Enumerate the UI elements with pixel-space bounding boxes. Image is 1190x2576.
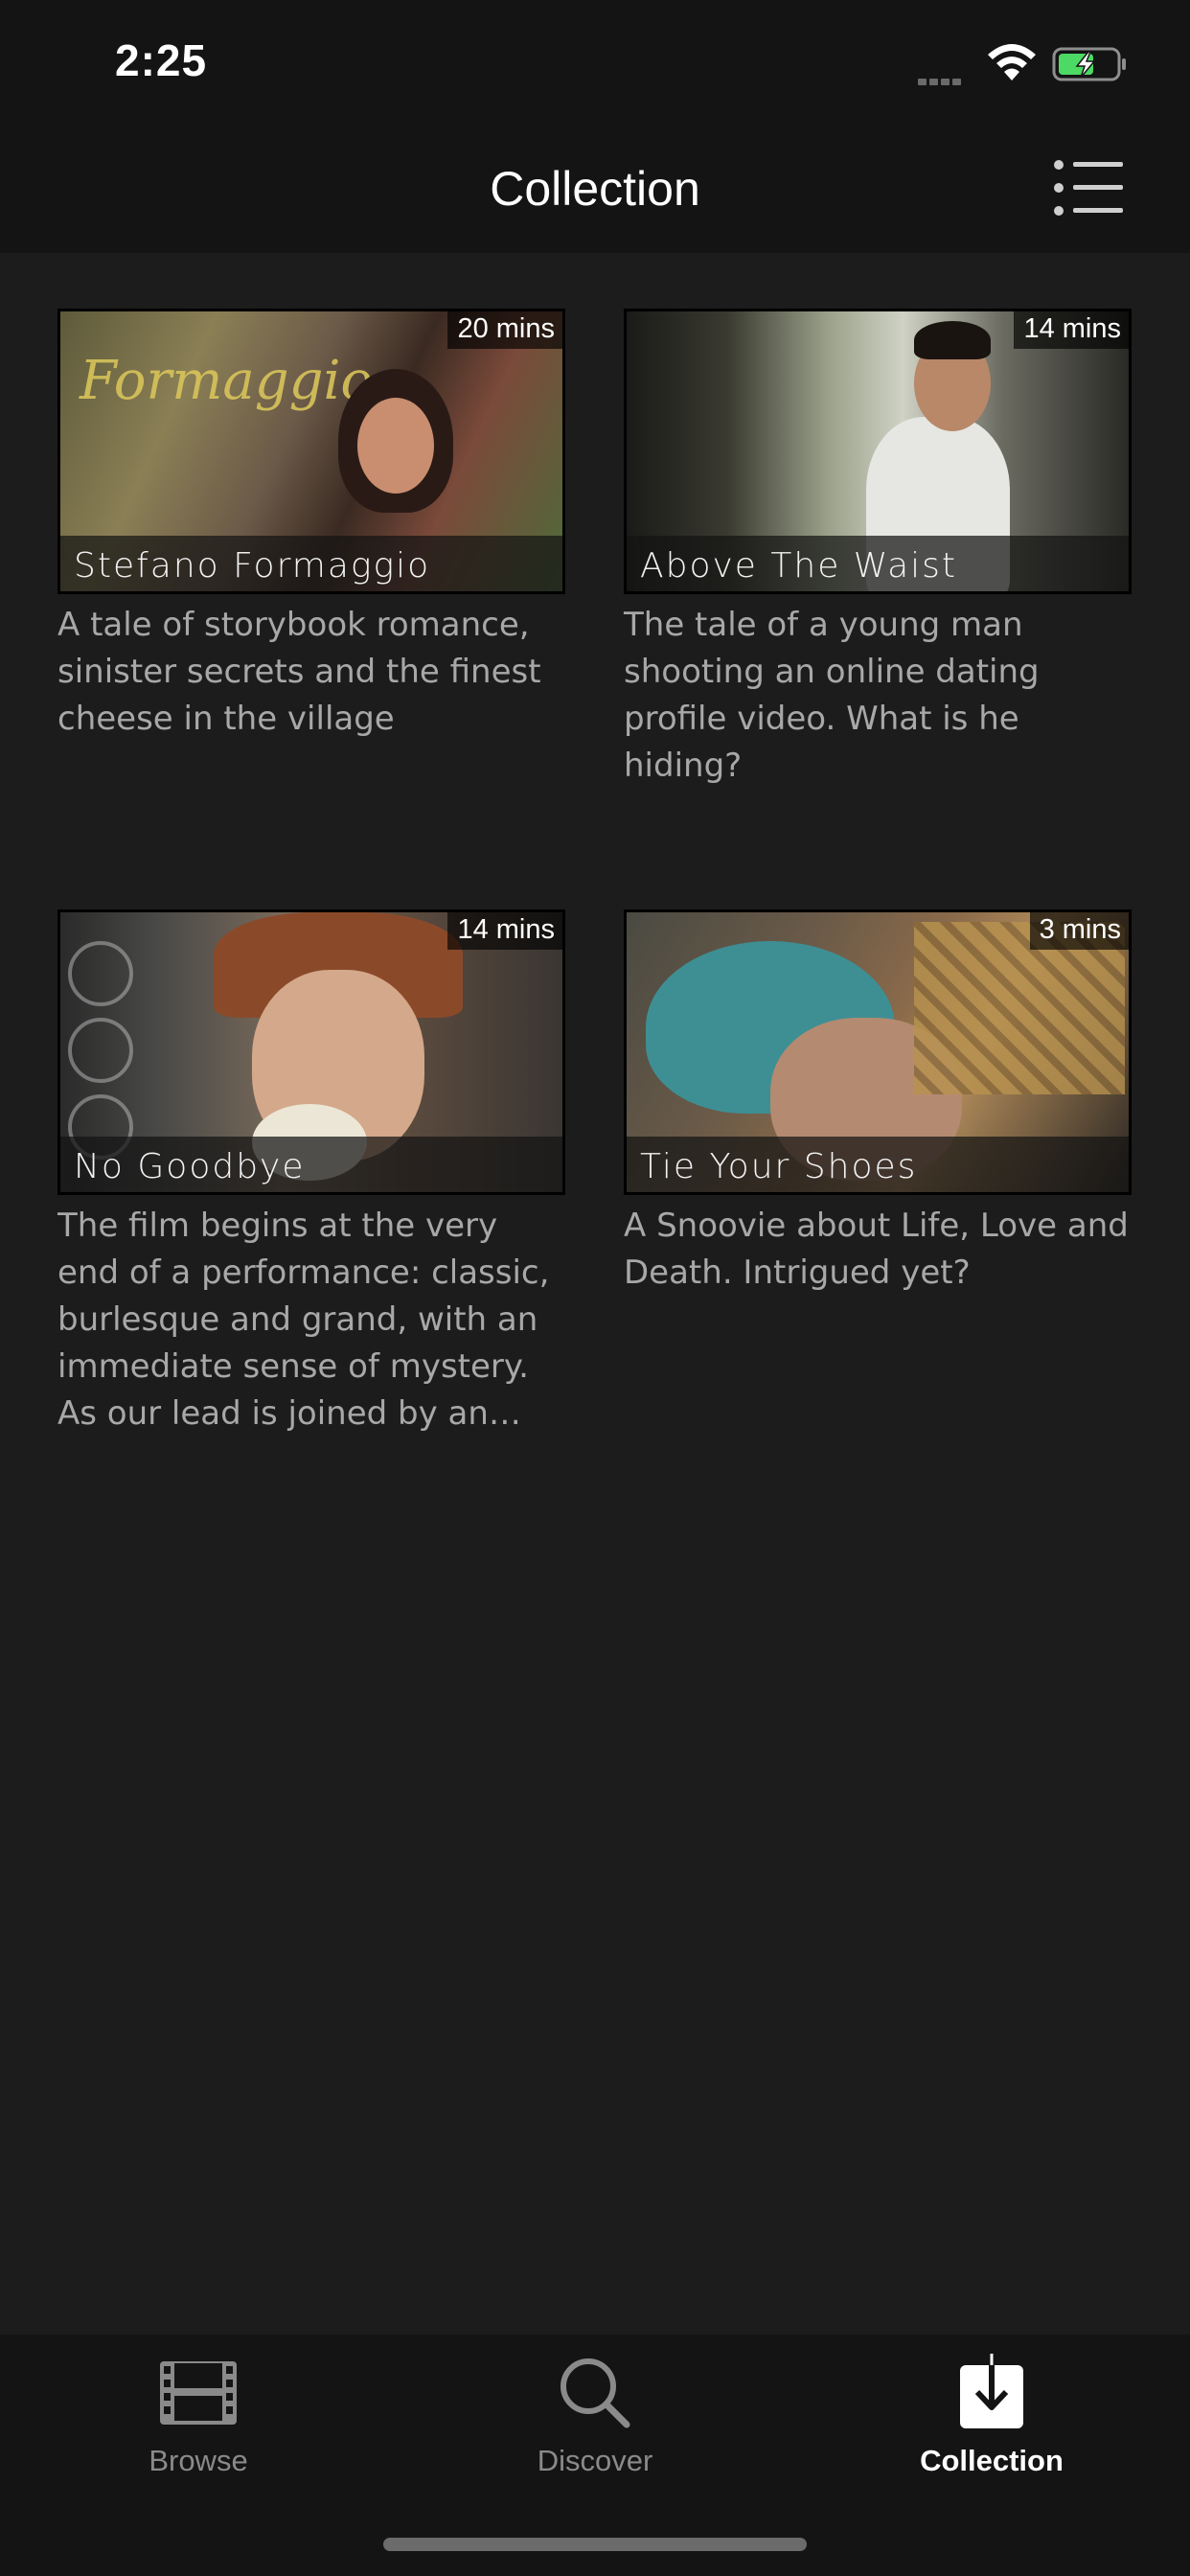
duration-badge: 3 mins (1029, 912, 1129, 950)
film-card[interactable]: 3 mins Tie Your Shoes A Snoovie about Li… (624, 909, 1132, 1297)
film-card[interactable]: Formaggio 20 mins Stefano Formaggio A ta… (57, 309, 565, 743)
film-card[interactable]: 14 mins No Goodbye The film begins at th… (57, 909, 565, 1438)
film-description: A tale of storybook romance, sinister se… (57, 606, 541, 738)
film-title: Above The Waist (640, 546, 958, 586)
tab-collection[interactable]: Collection (793, 2354, 1190, 2517)
title-overlay: Tie Your Shoes (627, 1137, 1129, 1192)
title-overlay: Stefano Formaggio (60, 536, 562, 591)
tab-discover[interactable]: Discover (397, 2354, 793, 2517)
battery-charging-icon (1052, 47, 1126, 81)
duration-badge: 14 mins (1014, 311, 1129, 349)
film-icon (160, 2361, 237, 2425)
film-title: Stefano Formaggio (74, 546, 431, 586)
home-indicator (383, 2538, 807, 2551)
film-title: Tie Your Shoes (640, 1147, 918, 1186)
list-icon[interactable] (1052, 157, 1125, 218)
film-description: The tale of a young man shooting an onli… (624, 606, 1040, 785)
film-title: No Goodbye (74, 1147, 306, 1186)
film-thumbnail[interactable]: 3 mins Tie Your Shoes (624, 909, 1132, 1195)
status-time: 2:25 (115, 35, 208, 85)
tab-label: Discover (537, 2444, 653, 2477)
film-description: The film begins at the very end of a per… (57, 1207, 550, 1433)
status-bar: 2:25 (0, 0, 1190, 134)
wifi-icon (988, 44, 1036, 80)
duration-badge: 20 mins (447, 311, 562, 349)
page-title: Collection (490, 162, 700, 216)
film-card[interactable]: 14 mins Above The Waist The tale of a yo… (624, 309, 1132, 790)
film-thumbnail[interactable]: Formaggio 20 mins Stefano Formaggio (57, 309, 565, 594)
duration-badge: 14 mins (447, 912, 562, 950)
search-icon (561, 2358, 630, 2428)
tab-label: Browse (149, 2444, 248, 2477)
tab-label: Collection (920, 2444, 1064, 2477)
title-overlay: Above The Waist (627, 536, 1129, 591)
film-thumbnail[interactable]: 14 mins No Goodbye (57, 909, 565, 1195)
tab-browse[interactable]: Browse (0, 2354, 397, 2517)
title-overlay: No Goodbye (60, 1137, 562, 1192)
download-icon (960, 2354, 1023, 2428)
film-description: A Snoovie about Life, Love and Death. In… (624, 1207, 1129, 1292)
signal-icon (918, 71, 964, 89)
nav-header: Collection (0, 134, 1190, 253)
film-thumbnail[interactable]: 14 mins Above The Waist (624, 309, 1132, 594)
